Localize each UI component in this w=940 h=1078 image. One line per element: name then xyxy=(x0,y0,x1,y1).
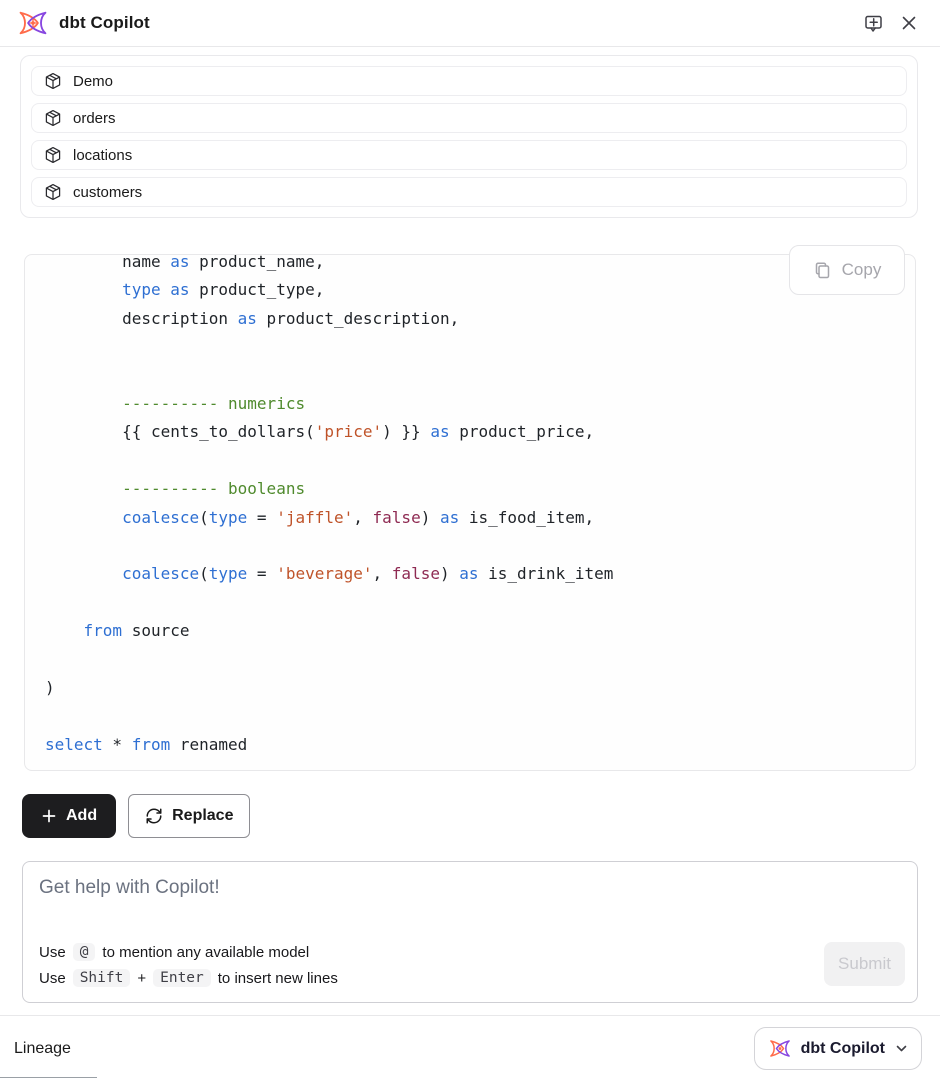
model-chip-label: orders xyxy=(73,110,116,127)
model-chip-label: Demo xyxy=(73,73,113,90)
panel-title: dbt Copilot xyxy=(59,13,150,33)
code-line xyxy=(45,703,895,731)
code-line: coalesce(type = 'beverage', false) as is… xyxy=(45,560,895,588)
hint-newline: Use Shift + Enter to insert new lines xyxy=(39,965,338,991)
submit-button[interactable]: Submit xyxy=(824,942,905,986)
hint-mention: Use @ to mention any available model xyxy=(39,939,338,965)
code-line: ---------- numerics xyxy=(45,390,895,418)
code-block-panel: name as product_name, type as product_ty… xyxy=(24,254,916,771)
prompt-placeholder: Get help with Copilot! xyxy=(39,877,901,899)
code-line: type as product_type, xyxy=(45,276,895,304)
chevron-down-icon xyxy=(895,1042,908,1055)
refresh-icon xyxy=(145,807,163,825)
model-chip-demo[interactable]: Demo xyxy=(31,66,907,96)
copy-button[interactable]: Copy xyxy=(789,245,905,295)
package-icon xyxy=(44,146,62,164)
dbt-copilot-logo-icon xyxy=(769,1039,791,1058)
copilot-mode-label: dbt Copilot xyxy=(801,1040,885,1058)
model-chip-locations[interactable]: locations xyxy=(31,140,907,170)
package-icon xyxy=(44,183,62,201)
hint-text: to insert new lines xyxy=(218,970,338,987)
replace-button-label: Replace xyxy=(172,807,233,825)
hint-text: + xyxy=(137,970,146,987)
code-line: select * from renamed xyxy=(45,731,895,759)
add-button[interactable]: Add xyxy=(22,794,116,838)
tab-lineage[interactable]: Lineage xyxy=(14,1040,71,1058)
code-line xyxy=(45,589,895,617)
enter-key-chip: Enter xyxy=(153,969,211,987)
code-line: coalesce(type = 'jaffle', false) as is_f… xyxy=(45,504,895,532)
hint-text: Use xyxy=(39,944,66,961)
copy-button-label: Copy xyxy=(842,260,882,280)
model-chip-orders[interactable]: orders xyxy=(31,103,907,133)
code-line: {{ cents_to_dollars('price') }} as produ… xyxy=(45,418,895,446)
package-icon xyxy=(44,109,62,127)
code-line: name as product_name, xyxy=(45,255,895,276)
copilot-prompt-box[interactable]: Get help with Copilot! Use @ to mention … xyxy=(22,861,918,1003)
model-chip-label: customers xyxy=(73,184,142,201)
code-line: ) xyxy=(45,674,895,702)
code-line: ---------- booleans xyxy=(45,475,895,503)
code-scroll-area[interactable]: name as product_name, type as product_ty… xyxy=(25,255,915,770)
copilot-mode-dropdown[interactable]: dbt Copilot xyxy=(754,1027,922,1070)
model-chip-customers[interactable]: customers xyxy=(31,177,907,207)
add-button-label: Add xyxy=(66,807,97,825)
dbt-copilot-logo-icon xyxy=(18,10,48,36)
action-buttons-row: Add Replace xyxy=(22,794,918,838)
insert-in-editor-icon[interactable] xyxy=(862,12,884,34)
sql-code: name as product_name, type as product_ty… xyxy=(25,255,915,759)
code-line xyxy=(45,447,895,475)
hint-text: to mention any available model xyxy=(102,944,309,961)
code-line xyxy=(45,362,895,390)
plus-icon xyxy=(41,808,57,824)
at-key-chip: @ xyxy=(73,943,96,961)
replace-button[interactable]: Replace xyxy=(128,794,250,838)
model-chip-label: locations xyxy=(73,147,132,164)
panel-header: dbt Copilot xyxy=(0,0,940,47)
code-line: from source xyxy=(45,617,895,645)
code-line xyxy=(45,532,895,560)
hint-text: Use xyxy=(39,970,66,987)
code-line: description as product_description, xyxy=(45,305,895,333)
code-line xyxy=(45,333,895,361)
prompt-hints: Use @ to mention any available model Use… xyxy=(39,939,338,991)
code-line xyxy=(45,646,895,674)
copy-icon xyxy=(813,261,832,280)
footer-bar: Lineage dbt Copilot xyxy=(0,1015,940,1078)
model-chip-list: Demo orders locations customers xyxy=(20,55,918,218)
shift-key-chip: Shift xyxy=(73,969,131,987)
package-icon xyxy=(44,72,62,90)
close-icon[interactable] xyxy=(898,12,920,34)
